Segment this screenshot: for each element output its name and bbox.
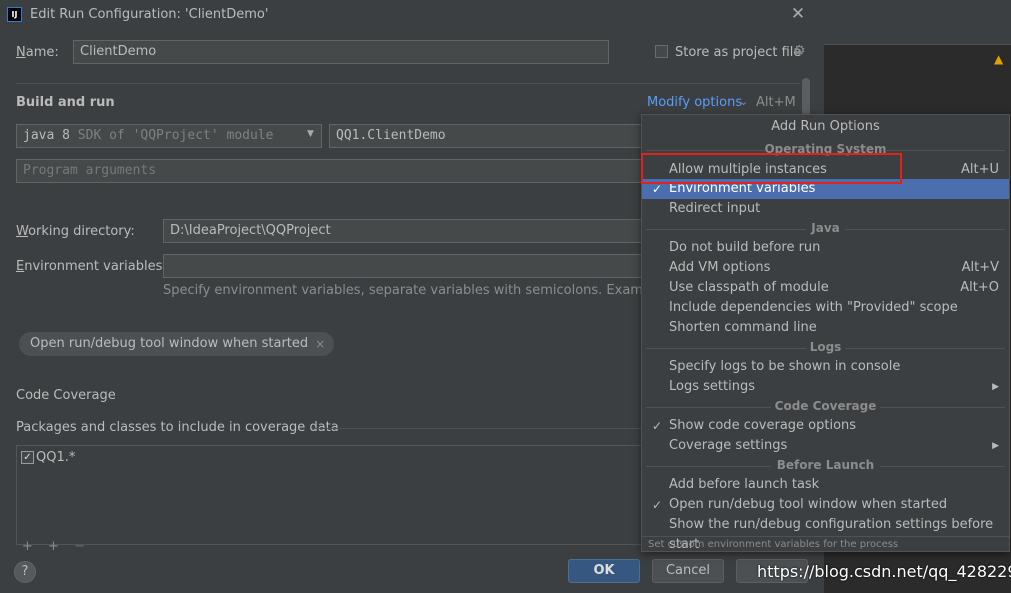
section-before-launch: Before Launch [642,458,1009,472]
store-as-project-file-label[interactable]: Store as project file [675,45,801,60]
close-icon[interactable]: × [315,332,325,356]
popup-item-use-classpath[interactable]: Use classpath of module Alt+O [642,278,1009,298]
code-coverage-heading: Code Coverage [16,388,116,403]
popup-item-logs-console[interactable]: Specify logs to be shown in console [642,357,1009,377]
popup-item-provided-scope[interactable]: Include dependencies with "Provided" sco… [642,298,1009,318]
warning-icon: ▲ [994,52,1004,66]
working-directory-label: Working directory: [16,224,135,239]
popup-item-add-before-launch[interactable]: Add before launch task [642,475,1009,495]
store-as-project-file-checkbox[interactable] [655,45,668,58]
popup-item-do-not-build[interactable]: Do not build before run [642,238,1009,258]
list-item[interactable]: QQ1.* [36,450,75,465]
ok-button[interactable]: OK [568,559,640,583]
remove-button[interactable]: − [74,539,85,554]
name-input[interactable]: ClientDemo [73,40,609,64]
popup-item-show-coverage-options[interactable]: ✓ Show code coverage options [642,416,1009,436]
chevron-right-icon: ▶ [992,441,999,451]
program-arguments-input[interactable]: Program arguments [16,159,643,183]
help-button[interactable]: ? [14,561,36,583]
popup-title: Add Run Options [771,119,880,134]
separator [16,83,800,84]
popup-footer-hint: Set custom environment variables for the… [642,536,1009,551]
gear-icon[interactable]: ⚙ [793,43,806,59]
environment-variables-hint: Specify environment variables, separate … [163,283,643,298]
section-java: Java [642,221,1009,235]
name-label: Name: [16,45,59,60]
build-and-run-heading: Build and run [16,95,115,110]
close-icon[interactable]: ✕ [788,4,808,24]
popup-item-redirect-input[interactable]: Redirect input [642,199,1009,219]
dialog-title: Edit Run Configuration: 'ClientDemo' [30,7,269,22]
open-tool-window-chip[interactable]: Open run/debug tool window when started … [19,332,335,356]
check-icon: ✓ [652,419,663,433]
jre-select[interactable]: java 8 SDK of 'QQProject' module [16,124,322,148]
popup-item-add-vm-options[interactable]: Add VM options Alt+V [642,258,1009,278]
working-directory-input[interactable]: D:\IdeaProject\QQProject [163,219,643,243]
popup-item-open-tool-window[interactable]: ✓ Open run/debug tool window when starte… [642,495,1009,515]
title-bar: IJ Edit Run Configuration: 'ClientDemo' … [0,0,824,30]
dropdown-arrow-icon[interactable]: ▼ [307,129,314,139]
coverage-item-checkbox[interactable]: ✓ [21,451,34,464]
section-logs: Logs [642,340,1009,354]
separator [312,428,642,429]
popup-item-coverage-settings[interactable]: Coverage settings ▶ [642,436,1009,456]
cancel-button[interactable]: Cancel [652,559,724,583]
modify-options-shortcut: Alt+M [756,95,796,110]
watermark: https://blog.csdn.net/qq_42822993 [757,562,1011,581]
sdk-main: java 8 [23,128,70,143]
add-class-button[interactable]: + [22,539,33,554]
add-package-button[interactable]: + [48,539,59,554]
packages-label: Packages and classes to include in cover… [16,420,339,435]
popup-item-show-settings-before-start[interactable]: Show the run/debug configuration setting… [642,515,1009,552]
sdk-sub: SDK of 'QQProject' module [69,128,274,143]
modify-options-link[interactable]: Modify options [647,95,742,110]
intellij-app-icon: IJ [7,7,22,22]
chevron-down-icon[interactable]: ⌄ [739,95,748,108]
popup-item-shorten-command-line[interactable]: Shorten command line [642,318,1009,338]
coverage-packages-list[interactable] [16,445,642,545]
chip-label: Open run/debug tool window when started [30,336,309,351]
environment-variables-input[interactable] [163,254,643,278]
section-code-coverage: Code Coverage [642,399,1009,413]
chevron-right-icon: ▶ [992,382,999,392]
red-highlight-annotation [641,153,902,184]
main-class-input[interactable]: QQ1.ClientDemo [329,124,643,148]
check-icon: ✓ [652,498,663,512]
popup-item-logs-settings[interactable]: Logs settings ▶ [642,377,1009,397]
environment-variables-label: Environment variables: [16,259,167,274]
